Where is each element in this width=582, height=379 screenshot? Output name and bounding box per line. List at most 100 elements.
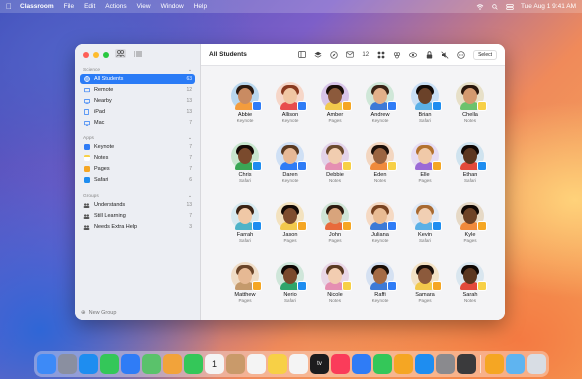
student-tile[interactable]: Andrew Keynote bbox=[358, 82, 402, 123]
student-tile[interactable]: Juliana Keynote bbox=[358, 202, 402, 243]
student-tile[interactable]: John Pages bbox=[313, 202, 357, 243]
sidebar-item-safari[interactable]: Safari 6 bbox=[80, 175, 195, 185]
close-button[interactable] bbox=[83, 52, 89, 58]
student-tile[interactable]: Daren Keynote bbox=[268, 142, 312, 183]
list-view-icon[interactable] bbox=[132, 49, 143, 58]
student-tile[interactable]: Kyle Pages bbox=[448, 202, 492, 243]
grid-view-icon[interactable] bbox=[377, 51, 385, 59]
new-group-button[interactable]: ⊕ New Group bbox=[81, 310, 116, 316]
student-tile[interactable]: Chris Safari bbox=[223, 142, 267, 183]
sidebar-item-keynote[interactable]: Keynote 7 bbox=[80, 142, 195, 152]
numbers-icon[interactable] bbox=[373, 354, 392, 374]
page-title: All Students bbox=[209, 51, 247, 58]
menu-window[interactable]: Window bbox=[161, 3, 184, 10]
lock-icon[interactable] bbox=[425, 50, 433, 59]
student-tile[interactable]: Samara Pages bbox=[403, 262, 447, 303]
apple-menu-icon[interactable]:  bbox=[6, 2, 12, 11]
safari-icon[interactable] bbox=[79, 354, 98, 374]
menu-file[interactable]: File bbox=[64, 3, 74, 10]
calendar-icon[interactable]: 1 bbox=[205, 354, 224, 374]
student-tile[interactable]: Matthew Pages bbox=[223, 262, 267, 303]
pages-icon[interactable] bbox=[394, 354, 413, 374]
sidebar-item-nearby[interactable]: Nearby 13 bbox=[80, 96, 195, 106]
sidebar-item-remote[interactable]: Remote 12 bbox=[80, 85, 195, 95]
student-tile[interactable]: Abbie Keynote bbox=[223, 82, 267, 123]
sidebar-item-still-learning[interactable]: Still Learning 7 bbox=[80, 211, 195, 221]
sidebar-item-ipad[interactable]: iPad 13 bbox=[80, 107, 195, 117]
menu-help[interactable]: Help bbox=[194, 3, 207, 10]
sidebar-item-mac[interactable]: Mac 7 bbox=[80, 118, 195, 128]
maps-icon[interactable] bbox=[142, 354, 161, 374]
sidebar-item-notes[interactable]: Notes 7 bbox=[80, 153, 195, 163]
facetime-icon[interactable] bbox=[184, 354, 203, 374]
groups-icon[interactable] bbox=[393, 51, 401, 59]
finder-icon[interactable] bbox=[37, 354, 56, 374]
photos-icon[interactable] bbox=[163, 354, 182, 374]
mail-icon[interactable] bbox=[121, 354, 140, 374]
student-tile[interactable]: Sarah Notes bbox=[448, 262, 492, 303]
search-icon[interactable] bbox=[491, 3, 499, 10]
layers-icon[interactable] bbox=[314, 51, 322, 59]
notes-icon[interactable] bbox=[268, 354, 287, 374]
student-tile[interactable]: Chella Notes bbox=[448, 82, 492, 123]
section-header[interactable]: Apps ⌄ bbox=[80, 134, 195, 142]
avatar-face bbox=[238, 268, 252, 284]
trash-icon[interactable] bbox=[526, 354, 546, 374]
messages-icon[interactable] bbox=[100, 354, 119, 374]
select-button[interactable]: Select bbox=[473, 49, 497, 60]
student-tile[interactable]: Jason Pages bbox=[268, 202, 312, 243]
messages-icon[interactable] bbox=[346, 51, 355, 59]
classroom-icon[interactable] bbox=[484, 354, 504, 374]
people-view-icon[interactable] bbox=[115, 49, 126, 58]
student-tile[interactable]: Ethan Safari bbox=[448, 142, 492, 183]
student-tile[interactable]: Allison Keynote bbox=[268, 82, 312, 123]
student-tile[interactable]: Debbie Notes bbox=[313, 142, 357, 183]
settings-icon[interactable] bbox=[436, 354, 455, 374]
zoom-button[interactable] bbox=[103, 52, 109, 58]
student-tile[interactable]: Brian Safari bbox=[403, 82, 447, 123]
launchpad-icon[interactable] bbox=[58, 354, 77, 374]
sidebar-section-science: Science ⌄ All Students 63 Remote 12 Nearb… bbox=[80, 66, 195, 129]
menu-app-name[interactable]: Classroom bbox=[20, 3, 54, 10]
sidebar-item-understands[interactable]: Understands 13 bbox=[80, 200, 195, 210]
menu-clock[interactable]: Tue Aug 1 9:41 AM bbox=[521, 3, 576, 10]
control-center-icon[interactable] bbox=[506, 3, 514, 10]
contacts-icon[interactable] bbox=[226, 354, 245, 374]
student-tile[interactable]: Raffi Keynote bbox=[358, 262, 402, 303]
notes-icon bbox=[477, 281, 487, 291]
student-tile[interactable]: Eden Notes bbox=[358, 142, 402, 183]
sidebar-item-needs-extra-help[interactable]: Needs Extra Help 3 bbox=[80, 222, 195, 232]
mute-icon[interactable] bbox=[441, 51, 449, 59]
section-header[interactable]: Groups ⌄ bbox=[80, 192, 195, 200]
music-icon[interactable] bbox=[331, 354, 350, 374]
student-tile[interactable]: Kevin Safari bbox=[403, 202, 447, 243]
reminders-icon[interactable] bbox=[247, 354, 266, 374]
notes-icon bbox=[342, 161, 352, 171]
freeform-icon[interactable] bbox=[289, 354, 308, 374]
student-tile[interactable]: Amber Pages bbox=[313, 82, 357, 123]
menu-edit[interactable]: Edit bbox=[84, 3, 95, 10]
tv-icon[interactable]: tv bbox=[310, 354, 329, 374]
sidebar-item-all-students[interactable]: All Students 63 bbox=[80, 74, 195, 84]
compass-icon[interactable] bbox=[330, 50, 339, 59]
more-icon[interactable] bbox=[457, 50, 465, 59]
student-tile[interactable]: Nerio Safari bbox=[268, 262, 312, 303]
student-tile[interactable]: Farrah Safari bbox=[223, 202, 267, 243]
keynote-icon[interactable] bbox=[352, 354, 371, 374]
student-tile[interactable]: Elle Pages bbox=[403, 142, 447, 183]
menu-actions[interactable]: Actions bbox=[105, 3, 126, 10]
menu-view[interactable]: View bbox=[137, 3, 151, 10]
safari-icon bbox=[252, 161, 262, 171]
section-header[interactable]: Science ⌄ bbox=[80, 66, 195, 74]
screen-view-icon[interactable] bbox=[298, 51, 307, 59]
minimize-button[interactable] bbox=[93, 52, 99, 58]
student-tile[interactable]: Nicole Notes bbox=[313, 262, 357, 303]
folder-icon[interactable] bbox=[505, 354, 525, 374]
wifi-icon[interactable] bbox=[476, 3, 484, 10]
sidebar-item-pages[interactable]: Pages 7 bbox=[80, 164, 195, 174]
app-store-icon[interactable] bbox=[415, 354, 434, 374]
keynote-icon bbox=[252, 101, 262, 111]
sidebar-item-count: 63 bbox=[186, 76, 192, 82]
iphone-mirroring-icon[interactable] bbox=[457, 354, 476, 374]
hide-icon[interactable] bbox=[409, 51, 417, 59]
